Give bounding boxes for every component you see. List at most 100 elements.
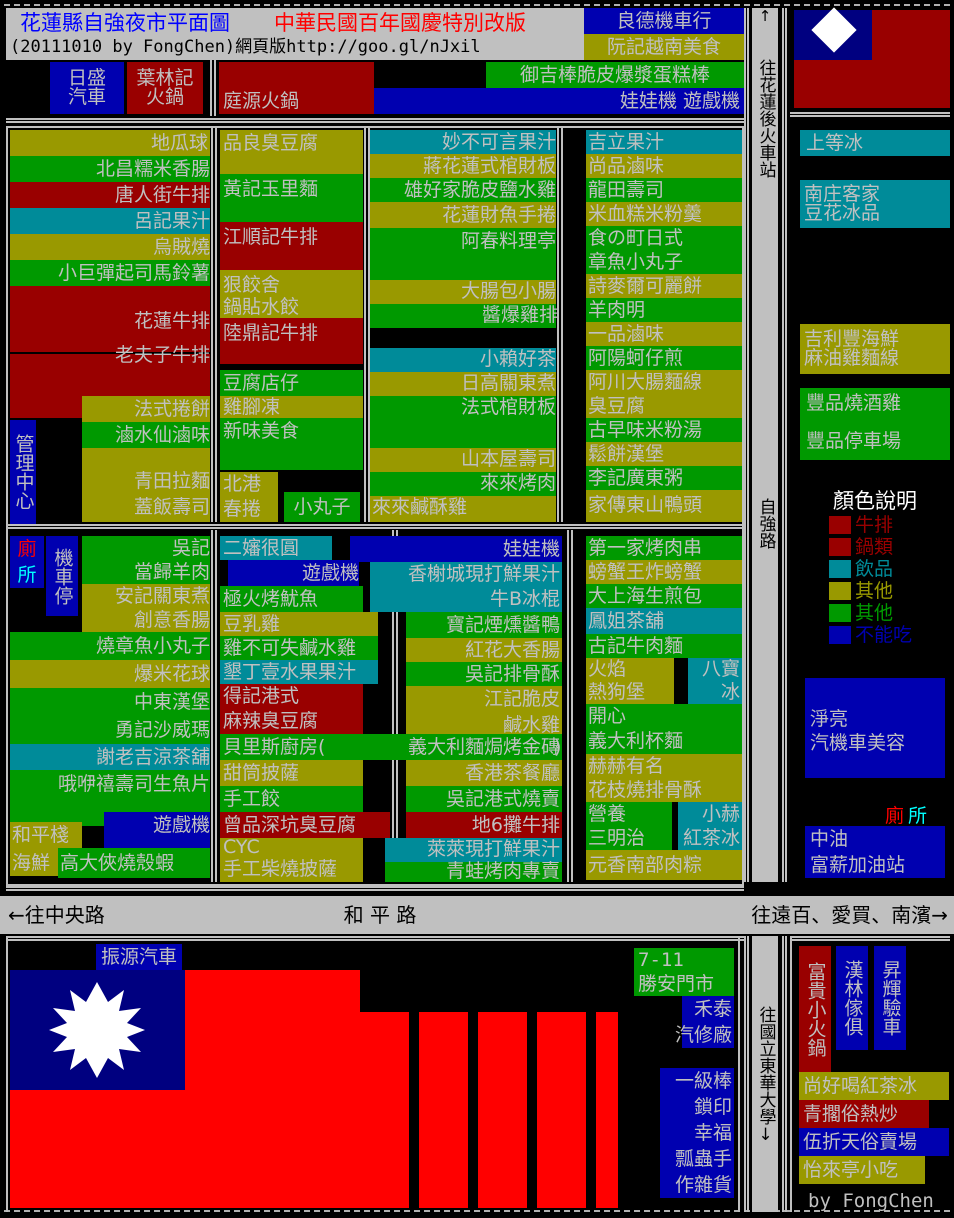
stall-xiaowanzi-label: 小丸子 xyxy=(293,495,351,518)
mid-block-rule xyxy=(8,524,742,529)
shop-qingge-label: 青擱俗熱炒 xyxy=(803,1102,899,1125)
bottom-red-block-4 xyxy=(537,1012,586,1208)
stall-achuandachang-line2: 臭豆腐 xyxy=(588,394,646,417)
stall-zhongdonghanbao-line1: 中東漢堡 xyxy=(133,690,210,713)
stall-babaobing-line2: 冰 xyxy=(720,681,740,703)
to-central-road-label: ←往中央路 xyxy=(8,903,105,927)
to-hualien-rear-station-label: 往花蓮後火車站 xyxy=(755,58,776,178)
shop-yelin-label: 葉林記 火鍋 xyxy=(127,62,203,114)
shop-7eleven-line2: 勝安門市 xyxy=(638,972,715,995)
stall-wujipaigusu-label: 吳記排骨酥 xyxy=(464,662,560,685)
stall-xiangxiecheng-line2: 牛B冰棍 xyxy=(489,588,560,610)
stall-baojiyanxun-label: 寶記煙燻醬鴨 xyxy=(445,613,560,636)
shop-hanlin-label: 漢林傢俱 xyxy=(841,960,864,1036)
stall-huangji-label: 黃記玉里麵 xyxy=(223,177,319,200)
stall-digua-label: 地瓜球 xyxy=(150,131,208,154)
stall-dashanghai-label: 大上海生煎包 xyxy=(588,584,703,607)
stall-xielaoji-label: 謝老吉涼茶舖 xyxy=(95,745,210,768)
stall-clawmachine-label: 娃娃機 xyxy=(502,537,560,560)
left-toilet-cyan-label: 所 xyxy=(17,563,37,586)
stall-fashijuanbing-label: 法式捲餅 xyxy=(133,397,210,420)
stall-huoyan-line1: 火焰 xyxy=(588,658,627,680)
stall-gujiniuroumian-label: 古記牛肉麵 xyxy=(588,634,684,657)
stall-laofuzi-label: 老夫子牛排 xyxy=(114,343,210,366)
stall-beichang-label: 北昌糯米香腸 xyxy=(95,157,210,180)
shop-tingyuan-label: 庭源火鍋 xyxy=(223,89,300,112)
legend-swatch-3 xyxy=(829,582,851,600)
stall-yingyang-line2: 三明治 xyxy=(588,826,646,849)
shop-yuji-label: 御吉棒脆皮爆漿蛋糕棒 xyxy=(519,63,710,86)
stall-dejigangshi-line1: 得記港式 xyxy=(223,685,300,707)
col3-col4-divider-bot xyxy=(567,530,573,882)
stall-longtianshousi-label: 龍田壽司 xyxy=(588,178,665,201)
stall-ayangkezaijian-label: 阿陽蚵仔煎 xyxy=(588,346,684,369)
shop-fengpin-line2: 豐品停車場 xyxy=(806,429,902,452)
shop-liangde-label: 良德機車行 xyxy=(616,9,712,32)
stall-fashiguancaiban-label: 法式棺財板 xyxy=(460,395,556,418)
stall-douruji-label: 豆乳雞 xyxy=(223,612,281,635)
stall-qingtianlamian-label: 青田拉麵 xyxy=(133,469,210,492)
stall-cyc-line2: 手工柴燒披薩 xyxy=(223,857,338,880)
stall-tiantongpisa-label: 甜筒披薩 xyxy=(223,761,300,784)
stall-hehe-line1: 赫赫有名 xyxy=(588,754,665,777)
bottom-right-left-edge xyxy=(790,936,792,1212)
stall-fengjiechapu-label: 鳳姐茶舖 xyxy=(588,609,665,632)
stall-rigaoguandongzhu-label: 日高關東煮 xyxy=(460,371,556,394)
page-title: 花蓮縣自強夜市平面圖 xyxy=(20,10,230,35)
stall-xianggangcha-label: 香港茶餐廳 xyxy=(464,761,560,784)
legend-label-1: 鍋類 xyxy=(855,535,894,558)
stall-huoyan-line2: 熱狗堡 xyxy=(588,681,646,703)
stall-shaozhangyu-label: 燒章魚小丸子 xyxy=(95,634,210,657)
donghwa-road-edge-left xyxy=(744,936,749,1212)
heping-road-label: 和 平 路 xyxy=(343,903,417,927)
stall-zhongdonghanbao-line2: 勇記沙威瑪 xyxy=(114,718,210,741)
stall-jiliguozhi-label: 吉立果汁 xyxy=(588,130,665,153)
bottom-red-block-2 xyxy=(419,1012,468,1208)
bottom-red-block-3 xyxy=(478,1012,527,1208)
shop-wuzhe-label: 伍折天俗賣場 xyxy=(803,1130,918,1153)
stall-jibukeshi-label: 雞不可失鹹水雞 xyxy=(223,636,357,659)
legend-swatch-5 xyxy=(829,626,851,644)
stall-wuzeishao-label: 烏賊燒 xyxy=(152,235,210,258)
stall-lvji-label: 呂記果汁 xyxy=(133,209,210,232)
bottom-right-block-edge xyxy=(790,936,950,941)
header-bottom-rule xyxy=(6,118,744,123)
stall-honghuadaxiangchang-label: 紅花大香腸 xyxy=(464,638,560,661)
shop-hetai-line1: 禾泰 xyxy=(693,997,732,1020)
shop-fengpin-line1: 豐品燒酒雞 xyxy=(806,391,902,414)
stall-yidalimian-label: 義大利麵焗烤金磚 xyxy=(407,735,560,758)
shop-shenghui-label: 昇輝驗車 xyxy=(879,960,902,1036)
stall-songbinghanbao-label: 鬆餅漢堡 xyxy=(588,442,665,465)
stall-miaobukeyan-label: 妙不可言果汁 xyxy=(441,130,556,153)
stall-wujigangshi-label: 吳記港式燒賣 xyxy=(445,787,560,810)
col3-col4-divider-top xyxy=(557,128,563,522)
shop-shanghaohe-label: 尚好喝紅茶冰 xyxy=(803,1074,918,1097)
stall-kaixin-line2: 義大利杯麵 xyxy=(588,730,684,752)
shop-jingliang-line1: 淨亮 xyxy=(810,707,849,730)
shop-nanzhuang-line2: 豆花冰品 xyxy=(804,202,881,224)
stall-achunliaoliting-label: 阿春料理亭 xyxy=(460,229,556,252)
stall-shimaier-label: 詩麥爾可麗餅 xyxy=(588,274,703,297)
stall-guzaoweimifentang-label: 古早味米粉湯 xyxy=(588,418,703,441)
stall-xiaojudan-label: 小巨彈起司馬鈴薯 xyxy=(57,261,210,284)
page-subtitle: 中華民國百年國慶特別改版 xyxy=(274,10,526,35)
stall-babaobing-line1: 八寶 xyxy=(701,658,740,680)
stall-qingwakaorou-label: 青蛙烤肉專賣 xyxy=(445,859,560,882)
stall-lijiguangdongzhou-label: 李記廣東粥 xyxy=(588,466,684,489)
stall-jianghualian-label: 蔣花蓮式棺財板 xyxy=(422,154,556,177)
stall-diyijia-label: 第一家烤肉串 xyxy=(588,536,703,559)
legend-label-5: 不能吃 xyxy=(855,623,913,646)
legend-label-3: 其他 xyxy=(855,579,894,602)
stall-xinweimeishi-label: 新味美食 xyxy=(223,419,300,442)
shop-nanzhuang-label: 南庄客家 豆花冰品 xyxy=(804,180,950,228)
stall-shinomachi-line1: 食の町日式 xyxy=(588,226,684,249)
shop-rizheng-line2: 汽車 xyxy=(67,86,106,108)
shop-7eleven-line1: 7-11 xyxy=(638,948,684,971)
stall-jihuokaoyouyu-label: 極火烤魷魚 xyxy=(223,587,319,610)
stall-eyixi-label: 哦咿禧壽司生魚片 xyxy=(57,772,210,795)
stall-yuanxiang-label: 元香南部肉粽 xyxy=(588,853,703,876)
admin-center-label: 管理中心 xyxy=(12,434,35,510)
stall-pangxiewang-label: 螃蟹王炸螃蟹 xyxy=(588,560,703,583)
shop-yilaiting-label: 怡來亭小吃 xyxy=(803,1158,899,1181)
legend-swatch-2 xyxy=(829,560,851,578)
